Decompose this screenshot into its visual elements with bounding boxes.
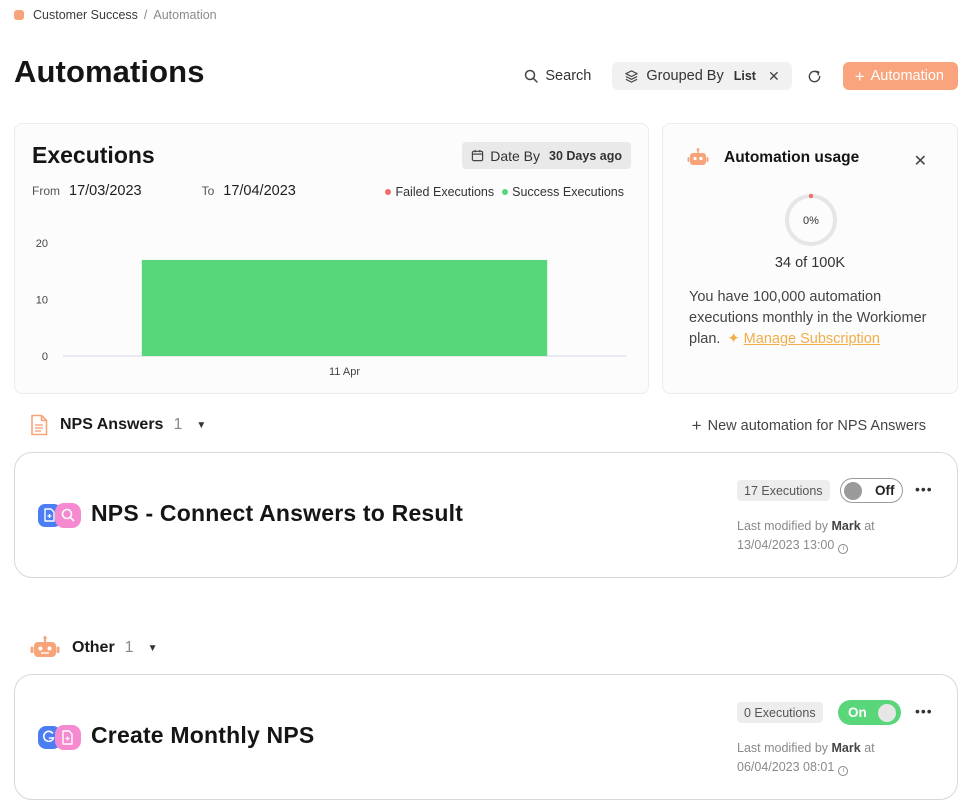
modified-prefix: Last modified by bbox=[737, 741, 829, 755]
automation-card[interactable]: Create Monthly NPS 0 Executions On ••• L… bbox=[14, 674, 958, 800]
chart-legend: Failed Executions Success Executions bbox=[385, 185, 624, 199]
toggle-knob bbox=[844, 481, 862, 500]
grouped-by-chip[interactable]: Grouped By List ✕ bbox=[612, 62, 792, 90]
executions-badge: 0 Executions bbox=[737, 702, 823, 723]
usage-percent: 0% bbox=[803, 215, 819, 227]
manage-subscription-link[interactable]: Manage Subscription bbox=[744, 331, 880, 347]
executions-badge: 17 Executions bbox=[737, 480, 830, 501]
refresh-icon bbox=[808, 70, 821, 82]
more-options-icon[interactable]: ••• bbox=[915, 703, 933, 719]
header-actions: Search Grouped By List ✕ + Automation bbox=[514, 62, 958, 90]
plus-icon: + bbox=[854, 66, 865, 86]
to-date[interactable]: 17/04/2023 bbox=[223, 183, 296, 199]
modified-at: at bbox=[864, 519, 875, 533]
add-automation-button[interactable]: + Automation bbox=[842, 62, 958, 90]
trigger-action-icons bbox=[38, 503, 81, 528]
to-label: To bbox=[201, 184, 215, 198]
toggle-label: Off bbox=[875, 483, 895, 498]
from-label: From bbox=[32, 184, 60, 198]
breadcrumb: Customer Success / Automation bbox=[14, 8, 217, 22]
document-icon bbox=[31, 414, 48, 436]
usage-title: Automation usage bbox=[724, 149, 860, 166]
grouped-by-value: List bbox=[733, 69, 756, 83]
automation-card[interactable]: NPS - Connect Answers to Result 17 Execu… bbox=[14, 452, 958, 578]
search-label: Search bbox=[545, 68, 592, 84]
usage-description: You have 100,000 automation executions m… bbox=[689, 287, 949, 350]
executions-chart: 0 10 20 11 Apr bbox=[36, 238, 626, 378]
automation-toggle[interactable]: Off bbox=[840, 478, 903, 503]
add-automation-label: Automation bbox=[870, 68, 944, 84]
robot-icon bbox=[687, 148, 709, 165]
date-by-filter[interactable]: Date By 30 Days ago bbox=[462, 142, 631, 169]
modified-date: 13/04/2023 13:00 bbox=[737, 538, 835, 552]
group-count: 1 bbox=[173, 416, 183, 433]
usage-panel: Automation usage ✕ 0% 34 of 100K You hav… bbox=[662, 123, 958, 394]
modified-at: at bbox=[864, 741, 875, 755]
clear-grouping-icon[interactable]: ✕ bbox=[768, 68, 780, 85]
caret-down-icon[interactable]: ▼ bbox=[196, 420, 206, 431]
toggle-label: On bbox=[848, 705, 867, 720]
workspace-icon bbox=[14, 10, 24, 20]
breadcrumb-current: Automation bbox=[153, 8, 217, 22]
legend-success-label: Success Executions bbox=[512, 185, 624, 199]
layers-icon bbox=[625, 69, 639, 83]
modified-prefix: Last modified by bbox=[737, 519, 829, 533]
last-modified: Last modified by Mark at 13/04/2023 13:0… bbox=[737, 517, 875, 555]
group-count: 1 bbox=[124, 639, 134, 656]
usage-count: 34 of 100K bbox=[774, 255, 846, 271]
modified-date: 06/04/2023 08:01 bbox=[737, 760, 835, 774]
legend-failed-label: Failed Executions bbox=[395, 185, 495, 199]
breadcrumb-separator: / bbox=[143, 8, 148, 22]
grouped-by-label: Grouped By bbox=[646, 68, 724, 84]
automation-toggle[interactable]: On bbox=[838, 700, 901, 725]
failed-dot-icon bbox=[385, 189, 392, 195]
new-automation-nps-answers-button[interactable]: + New automation for NPS Answers bbox=[692, 417, 926, 434]
info-icon[interactable]: i bbox=[838, 544, 849, 554]
automation-title[interactable]: NPS - Connect Answers to Result bbox=[91, 500, 463, 527]
legend-success: Success Executions bbox=[502, 185, 624, 199]
toggle-knob bbox=[877, 703, 896, 722]
group-name: NPS Answers bbox=[60, 416, 164, 433]
sparkle-icon: ✦ bbox=[727, 331, 740, 347]
x-tick-label: 11 Apr bbox=[329, 366, 360, 378]
page-title: Automations bbox=[14, 54, 205, 89]
executions-panel: Executions Date By 30 Days ago From 17/0… bbox=[14, 123, 649, 394]
y-tick-label: 10 bbox=[36, 295, 48, 307]
automation-title[interactable]: Create Monthly NPS bbox=[91, 722, 314, 749]
modified-by: Mark bbox=[831, 741, 861, 755]
close-icon[interactable]: ✕ bbox=[914, 151, 927, 171]
y-tick-label: 20 bbox=[36, 238, 48, 250]
info-icon[interactable]: i bbox=[838, 766, 849, 776]
breadcrumb-root[interactable]: Customer Success bbox=[33, 8, 138, 22]
executions-title: Executions bbox=[32, 142, 155, 168]
success-dot-icon bbox=[502, 189, 509, 195]
from-date[interactable]: 17/03/2023 bbox=[69, 183, 142, 199]
search-icon bbox=[525, 69, 539, 83]
y-tick-label: 0 bbox=[42, 351, 48, 363]
more-options-icon[interactable]: ••• bbox=[915, 481, 933, 497]
group-header-nps-answers[interactable]: NPS Answers 1 ▼ bbox=[30, 414, 206, 436]
bar-success-executions bbox=[141, 259, 548, 356]
plus-icon: + bbox=[691, 416, 702, 435]
modified-by: Mark bbox=[831, 519, 861, 533]
date-range: From 17/03/2023 To 17/04/2023 bbox=[32, 183, 296, 199]
last-modified: Last modified by Mark at 06/04/2023 08:0… bbox=[737, 739, 875, 777]
refresh-button[interactable] bbox=[801, 62, 829, 90]
new-automation-label: New automation for NPS Answers bbox=[707, 417, 926, 434]
legend-failed: Failed Executions bbox=[385, 185, 494, 199]
group-name: Other bbox=[72, 639, 115, 656]
robot-icon bbox=[30, 636, 60, 657]
trigger-action-icons bbox=[38, 725, 81, 750]
usage-progress-ring: 0% bbox=[785, 193, 837, 246]
date-by-value: 30 Days ago bbox=[549, 148, 622, 163]
group-header-other[interactable]: Other 1 ▼ bbox=[30, 636, 157, 660]
caret-down-icon[interactable]: ▼ bbox=[148, 643, 158, 654]
calendar-icon bbox=[472, 149, 484, 162]
date-by-label: Date By bbox=[490, 147, 541, 164]
search-button[interactable]: Search bbox=[514, 62, 601, 90]
